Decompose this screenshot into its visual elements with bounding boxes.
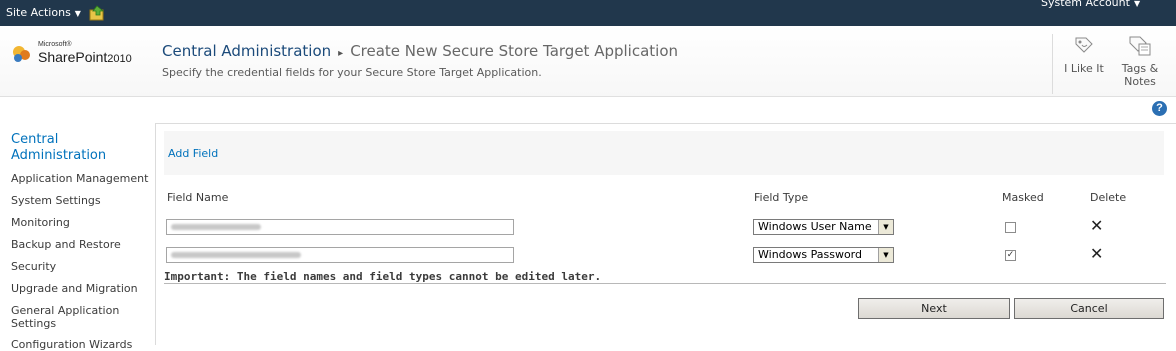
chevron-down-icon: ▼ <box>74 9 81 18</box>
sharepoint-logo-icon <box>13 46 30 62</box>
navigate-up-icon[interactable] <box>89 5 107 21</box>
quick-launch-heading[interactable]: Central Administration <box>11 132 141 164</box>
nav-item-label-line1: General Application <box>11 304 120 317</box>
site-actions-label: Site Actions <box>6 6 71 19</box>
redacted-value <box>171 252 301 258</box>
field-name-input[interactable] <box>166 219 514 235</box>
column-header-delete: Delete <box>1090 191 1127 204</box>
user-account-menu[interactable]: System Account ▼ <box>1041 0 1140 9</box>
field-type-select[interactable]: Windows User Name ▼ <box>753 219 894 235</box>
sharepoint-logo[interactable]: Microsoft® SharePoint2010 <box>10 40 160 80</box>
masked-checkbox[interactable] <box>1005 222 1016 233</box>
next-button[interactable]: Next <box>858 298 1010 319</box>
dropdown-arrow-icon: ▼ <box>878 220 893 234</box>
nav-item-label-line2: Settings <box>11 317 57 330</box>
user-account-label: System Account <box>1041 0 1130 9</box>
column-header-field-type: Field Type <box>754 191 809 204</box>
logo-product-year: 2010 <box>107 53 132 65</box>
i-like-it-button[interactable]: I Like It <box>1056 34 1112 75</box>
help-icon[interactable]: ? <box>1152 101 1167 116</box>
field-type-value: Windows Password <box>758 248 862 261</box>
nav-item-security[interactable]: Security <box>11 260 151 273</box>
tags-notes-label-2: Notes <box>1124 75 1156 88</box>
status-strip <box>0 97 1176 124</box>
quick-launch-heading-line1: Central <box>11 132 59 147</box>
breadcrumb-root-link[interactable]: Central Administration <box>162 42 331 60</box>
dropdown-arrow-icon: ▼ <box>878 248 893 262</box>
logo-product-text: SharePoint2010 <box>38 49 132 65</box>
delete-icon[interactable]: ✕ <box>1090 244 1103 263</box>
breadcrumb: Central Administration ▸ Create New Secure… <box>162 42 678 60</box>
delete-icon[interactable]: ✕ <box>1090 216 1103 235</box>
nav-item-backup-restore[interactable]: Backup and Restore <box>11 238 151 251</box>
i-like-it-label: I Like It <box>1064 62 1104 75</box>
field-type-value: Windows User Name <box>758 220 872 233</box>
quick-launch-heading-line2: Administration <box>11 148 107 163</box>
page-description: Specify the credential fields for your S… <box>162 66 542 79</box>
nav-item-application-management[interactable]: Application Management <box>11 172 151 185</box>
cancel-button[interactable]: Cancel <box>1014 298 1164 319</box>
important-note: Important: The field names and field typ… <box>164 270 602 283</box>
main-content: Add Field Field Name Field Type Masked D… <box>156 123 1176 345</box>
breadcrumb-separator-icon: ▸ <box>338 48 344 59</box>
redacted-value <box>171 224 261 230</box>
logo-product-name: SharePoint <box>38 49 108 65</box>
column-header-masked: Masked <box>1002 191 1044 204</box>
masked-checkbox-checked[interactable]: ✓ <box>1005 250 1016 261</box>
form-divider <box>164 283 1166 284</box>
tags-notes-button[interactable]: Tags & Notes <box>1112 34 1168 88</box>
tags-notes-label-1: Tags & <box>1121 62 1159 75</box>
title-area: Microsoft® SharePoint2010 Central Admini… <box>0 26 1176 97</box>
page-title: Create New Secure Store Target Applicati… <box>350 42 679 60</box>
add-field-toolbar: Add Field <box>164 131 1164 175</box>
site-actions-menu[interactable]: Site Actions ▼ <box>6 6 81 19</box>
column-header-field-name: Field Name <box>167 191 229 204</box>
top-ribbon: Site Actions ▼ System Account ▼ <box>0 0 1176 26</box>
chevron-down-icon: ▼ <box>1133 0 1141 8</box>
title-divider <box>1052 34 1053 94</box>
nav-item-monitoring[interactable]: Monitoring <box>11 216 151 229</box>
nav-item-general-application-settings[interactable]: General Application Settings <box>11 304 151 330</box>
tags-notes-icon <box>1129 36 1151 56</box>
field-name-input[interactable] <box>166 247 514 263</box>
field-type-select[interactable]: Windows Password ▼ <box>753 247 894 263</box>
quick-launch: Central Administration Application Manag… <box>0 123 156 351</box>
add-field-link[interactable]: Add Field <box>168 147 218 160</box>
nav-item-upgrade-migration[interactable]: Upgrade and Migration <box>11 282 151 295</box>
nav-item-system-settings[interactable]: System Settings <box>11 194 151 207</box>
tag-like-icon <box>1075 37 1093 53</box>
logo-microsoft-text: Microsoft® <box>38 41 72 48</box>
